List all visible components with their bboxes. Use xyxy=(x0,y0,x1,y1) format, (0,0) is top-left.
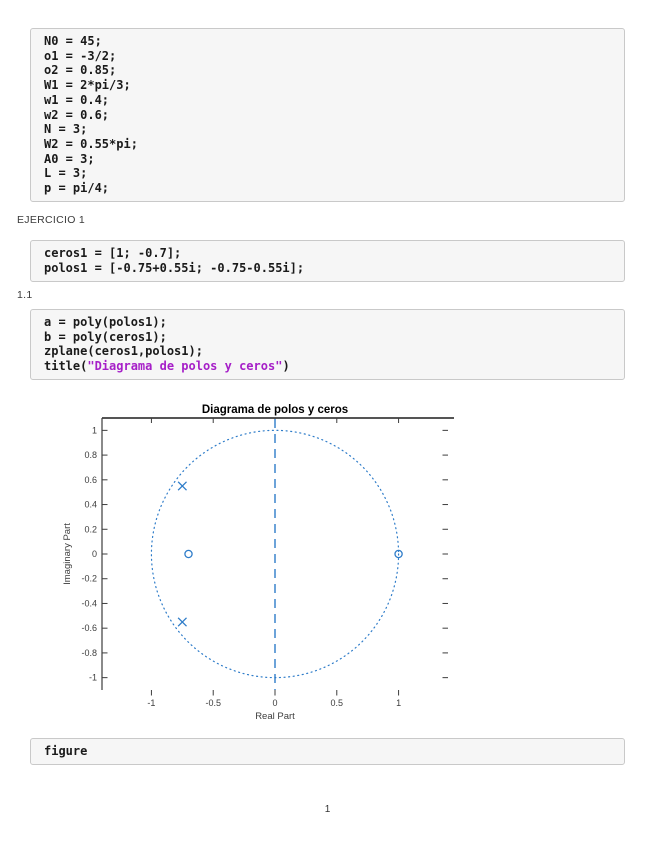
y-axis-label: Imaginary Part xyxy=(62,523,73,585)
page-number: 1 xyxy=(0,804,655,815)
zplane-figure: -1 -0.5 0 0.5 1 1 0.8 0.6 0.4 0.2 0 -0.2 -0.4 -0.6 -0.… xyxy=(60,400,480,735)
y-tick-label: 0 xyxy=(92,549,97,559)
y-tick-label: -1 xyxy=(89,673,97,683)
code-block-plot-commands: a = poly(polos1);b = poly(ceros1);zplane… xyxy=(30,309,625,380)
section-heading-subsection: 1.1 xyxy=(17,289,33,301)
code-block-definitions: ceros1 = [1; -0.7];polos1 = [-0.75+0.55i… xyxy=(30,240,625,282)
y-tick-label: 0.6 xyxy=(84,475,97,485)
code-line: zplane(ceros1,polos1); xyxy=(44,344,618,359)
zero-marker xyxy=(185,550,192,557)
pole-zero-chart: -1 -0.5 0 0.5 1 1 0.8 0.6 0.4 0.2 0 -0.2 -0.4 -0.6 -0.… xyxy=(60,400,480,735)
x-tick-label: 0.5 xyxy=(331,698,344,708)
code-text: title( xyxy=(44,359,87,373)
code-line: W2 = 0.55*pi; xyxy=(44,137,618,152)
code-line: L = 3; xyxy=(44,166,618,181)
code-line: figure xyxy=(44,744,618,759)
code-line: o2 = 0.85; xyxy=(44,63,618,78)
x-tick-label: 0 xyxy=(272,698,277,708)
y-tick-label: 0.2 xyxy=(84,524,97,534)
code-line: W1 = 2*pi/3; xyxy=(44,78,618,93)
code-line: polos1 = [-0.75+0.55i; -0.75-0.55i]; xyxy=(44,261,618,276)
y-tick-label: -0.8 xyxy=(81,648,97,658)
code-lines: a = poly(polos1);b = poly(ceros1);zplane… xyxy=(44,315,618,359)
y-tick-label: -0.6 xyxy=(81,623,97,633)
x-tick-label: -0.5 xyxy=(205,698,221,708)
code-line: ceros1 = [1; -0.7]; xyxy=(44,246,618,261)
code-line: a = poly(polos1); xyxy=(44,315,618,330)
y-tick-label: 0.4 xyxy=(84,500,97,510)
code-block-figure: figure xyxy=(30,738,625,765)
y-tick-label: -0.4 xyxy=(81,598,97,608)
code-line: A0 = 3; xyxy=(44,152,618,167)
y-tick-label: -0.2 xyxy=(81,574,97,584)
x-tick-label: 1 xyxy=(396,698,401,708)
code-string-literal: "Diagrama de polos y ceros" xyxy=(87,359,282,373)
x-axis-label: Real Part xyxy=(255,711,295,722)
code-line-title-call: title("Diagrama de polos y ceros") xyxy=(44,359,618,374)
code-block-parameters: N0 = 45;o1 = -3/2;o2 = 0.85;W1 = 2*pi/3;… xyxy=(30,28,625,202)
code-line: o1 = -3/2; xyxy=(44,49,618,64)
code-line: w2 = 0.6; xyxy=(44,108,618,123)
document-page: N0 = 45;o1 = -3/2;o2 = 0.85;W1 = 2*pi/3;… xyxy=(0,0,655,848)
code-text: ) xyxy=(282,359,289,373)
section-heading-ejercicio: EJERCICIO 1 xyxy=(17,214,85,226)
y-tick-label: 1 xyxy=(92,425,97,435)
code-line: N0 = 45; xyxy=(44,34,618,49)
x-tick-label: -1 xyxy=(147,698,155,708)
code-line: w1 = 0.4; xyxy=(44,93,618,108)
y-tick-label: 0.8 xyxy=(84,450,97,460)
code-line: p = pi/4; xyxy=(44,181,618,196)
code-line: N = 3; xyxy=(44,122,618,137)
chart-title: Diagrama de polos y ceros xyxy=(202,404,348,416)
code-line: b = poly(ceros1); xyxy=(44,330,618,345)
